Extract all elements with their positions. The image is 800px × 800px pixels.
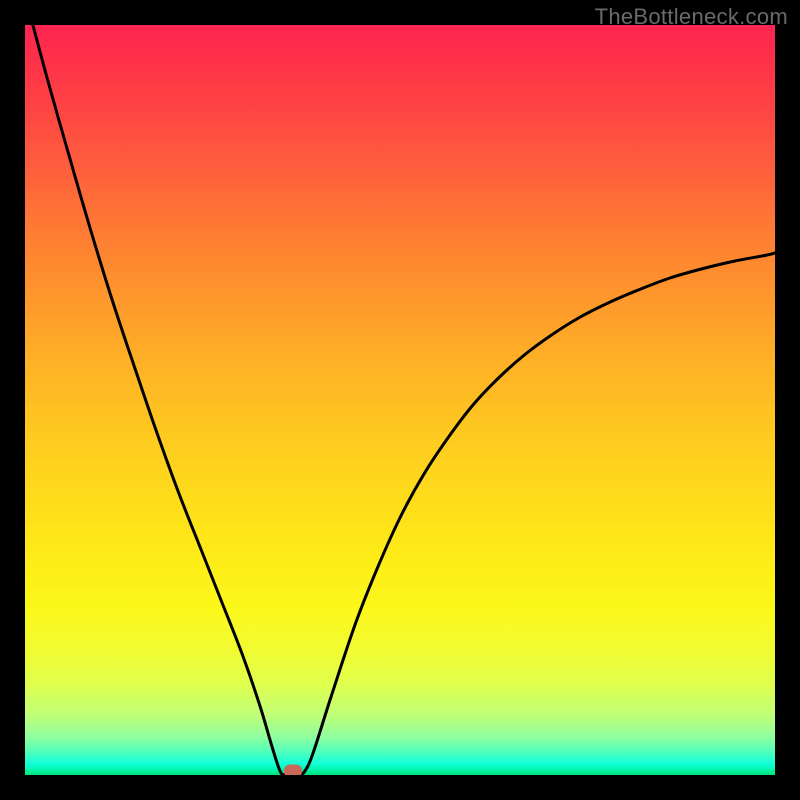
plot-area (25, 25, 775, 775)
bottleneck-curve (25, 25, 775, 775)
curve-svg (25, 25, 775, 775)
optimal-point-marker (284, 765, 302, 776)
chart-frame: TheBottleneck.com (0, 0, 800, 800)
